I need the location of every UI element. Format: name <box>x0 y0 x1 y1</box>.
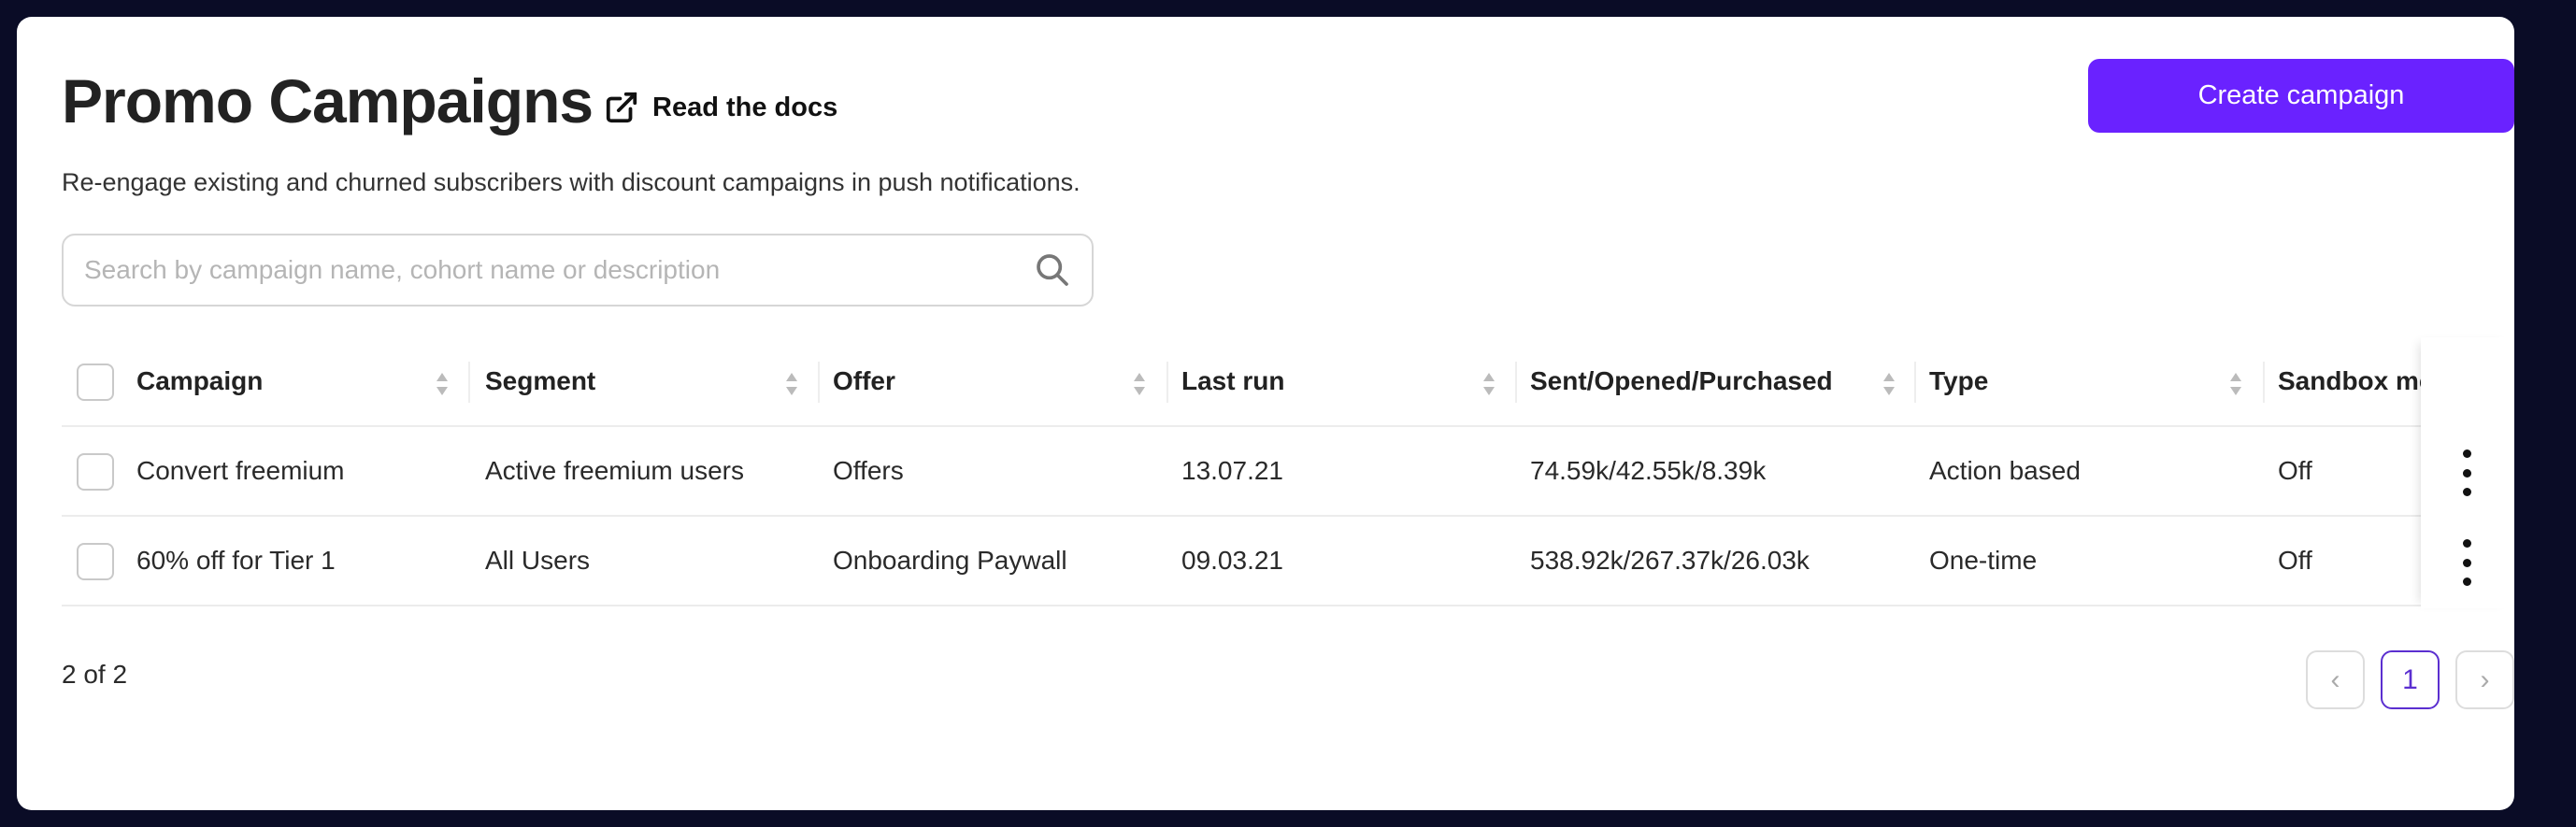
sort-icon[interactable] <box>1482 371 1496 397</box>
offer: Offers <box>833 456 904 485</box>
create-campaign-button[interactable]: Create campaign <box>2088 59 2514 133</box>
search-input[interactable] <box>84 255 1034 285</box>
row-checkbox[interactable] <box>77 453 114 491</box>
read-docs-link[interactable]: Read the docs <box>604 90 837 125</box>
more-actions-icon[interactable] <box>2453 539 2481 586</box>
last-run: 09.03.21 <box>1181 546 1283 575</box>
page-title: Promo Campaigns <box>62 66 594 135</box>
segment: Active freemium users <box>485 456 744 485</box>
search-box <box>62 234 1094 307</box>
sort-icon[interactable] <box>785 371 798 397</box>
chevron-right-icon: › <box>2480 663 2490 695</box>
prev-page-button[interactable]: ‹ <box>2306 650 2365 709</box>
segment: All Users <box>485 546 591 575</box>
table-row[interactable]: Convert freemium Active freemium users O… <box>62 427 2514 517</box>
select-all-checkbox[interactable] <box>77 364 114 401</box>
stats: 74.59k/42.55k/8.39k <box>1530 456 1767 485</box>
column-divider <box>468 362 470 403</box>
sort-icon[interactable] <box>1133 371 1146 397</box>
page-subtitle: Re-engage existing and churned subscribe… <box>62 168 1080 196</box>
sort-icon[interactable] <box>1882 371 1896 397</box>
page-button[interactable]: 1 <box>2381 650 2440 709</box>
column-divider <box>2263 362 2265 403</box>
column-divider <box>1914 362 1916 403</box>
column-divider <box>818 362 820 403</box>
column-divider <box>1166 362 1168 403</box>
chevron-left-icon: ‹ <box>2330 663 2340 695</box>
more-actions-icon[interactable] <box>2453 449 2481 496</box>
sandbox-mode: Off <box>2278 456 2312 485</box>
offer: Onboarding Paywall <box>833 546 1067 575</box>
row-checkbox[interactable] <box>77 543 114 580</box>
table-header-row: Campaign Segment Offer Last run Sent/Ope… <box>62 337 2514 427</box>
type: Action based <box>1929 456 2081 485</box>
campaigns-card: Promo Campaigns Read the docs Re-engage … <box>17 17 2514 810</box>
column-header-type[interactable]: Type <box>1929 337 1988 425</box>
campaign-name[interactable]: 60% off for Tier 1 <box>136 517 336 605</box>
column-header-sandbox[interactable]: Sandbox mode <box>2278 337 2421 425</box>
results-count: 2 of 2 <box>62 660 128 689</box>
stats: 538.92k/267.37k/26.03k <box>1530 546 1810 575</box>
column-divider <box>1515 362 1517 403</box>
sandbox-mode: Off <box>2278 546 2312 575</box>
column-header-stats[interactable]: Sent/Opened/Purchased <box>1530 337 1833 425</box>
column-header-campaign[interactable]: Campaign <box>136 337 263 425</box>
type: One-time <box>1929 546 2038 575</box>
read-docs-label: Read the docs <box>652 92 838 122</box>
sort-icon[interactable] <box>2229 371 2242 397</box>
sort-icon[interactable] <box>436 371 449 397</box>
last-run: 13.07.21 <box>1181 456 1283 485</box>
external-link-icon <box>606 92 637 123</box>
column-header-last-run[interactable]: Last run <box>1181 337 1284 425</box>
next-page-button[interactable]: › <box>2455 650 2514 709</box>
campaign-name[interactable]: Convert freemium <box>136 427 345 515</box>
table-row[interactable]: 60% off for Tier 1 All Users Onboarding … <box>62 517 2514 606</box>
search-icon[interactable] <box>1034 251 1071 289</box>
column-header-segment[interactable]: Segment <box>485 337 595 425</box>
column-header-offer[interactable]: Offer <box>833 337 895 425</box>
